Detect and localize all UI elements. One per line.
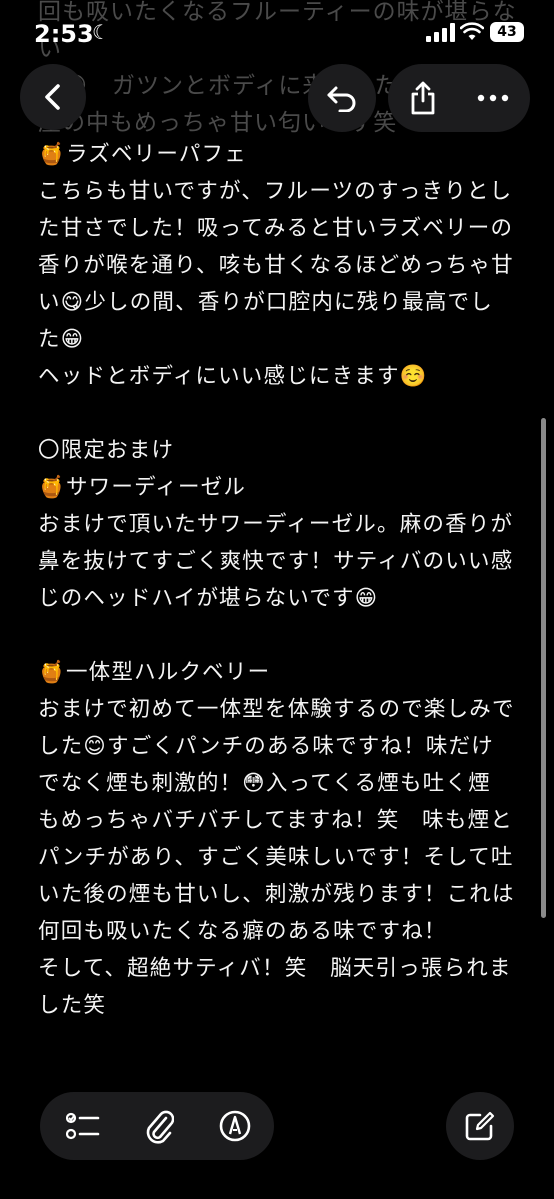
status-bar: 2:53 ☾ 43 (0, 0, 554, 70)
compose-icon (465, 1111, 495, 1141)
note-body[interactable]: 🍯ラズベリーパフェ こちらも甘いですが、フルーツのすっきりとし た甘さでした！吸… (38, 136, 524, 1024)
compose-button[interactable] (446, 1092, 514, 1160)
note-line (38, 617, 524, 654)
note-line: いた後の煙も甘いし、刺激が残ります！これは (38, 882, 515, 907)
undo-icon (327, 86, 356, 112)
share-button[interactable] (392, 64, 454, 132)
bottom-toolbar (40, 1092, 274, 1160)
markup-button[interactable] (200, 1092, 270, 1160)
wifi-icon (460, 22, 484, 40)
note-line: おまけで初めて一体型を体験するので楽しみで (38, 697, 515, 722)
note-line: こちらも甘いですが、フルーツのすっきりとし (38, 179, 513, 204)
note-line: もめっちゃバチバチしてますね！笑 味も煙と (38, 808, 513, 833)
chevron-left-icon (45, 84, 60, 110)
note-line: 鼻を抜けてすごく爽快です！サティバのいい感 (38, 549, 514, 574)
scroll-indicator[interactable] (541, 418, 546, 918)
note-line: おまけで頂いたサワーディーゼル。麻の香りが (38, 512, 514, 537)
note-line: た甘さでした！吸ってみると甘いラズベリーの (38, 216, 514, 241)
checklist-icon (66, 1112, 100, 1140)
focus-moon-icon: ☾ (92, 20, 110, 44)
checklist-button[interactable] (48, 1092, 118, 1160)
note-line: した笑 (38, 993, 107, 1018)
note-line: そして、超絶サティバ！笑 脳天引っ張られま (38, 956, 512, 981)
status-time: 2:53 (34, 20, 94, 48)
cellular-signal-icon (426, 22, 456, 42)
note-line (38, 395, 524, 432)
note-line: い😋少しの間、香りが口腔内に残り最高でし (38, 290, 493, 315)
note-line: でなく煙も刺激的！😳入ってくる煙も吐く煙 (38, 771, 491, 796)
paperclip-icon (146, 1110, 174, 1144)
note-line: 何回も吸いたくなる癖のある味ですね！ (38, 919, 447, 944)
note-line: 🍯サワーディーゼル (38, 475, 247, 500)
note-line: た😁 (38, 327, 85, 352)
action-group (388, 64, 530, 132)
note-line: 🍯一体型ハルクベリー (38, 660, 271, 685)
note-line: 〇限定おまけ (38, 438, 175, 463)
undo-button[interactable] (308, 64, 376, 132)
back-button[interactable] (20, 64, 86, 130)
battery-indicator: 43 (490, 22, 524, 42)
attach-button[interactable] (124, 1092, 194, 1160)
more-button[interactable] (462, 64, 524, 132)
pen-markup-icon (219, 1110, 251, 1142)
note-line: ヘッドとボディにいい感じにきます☺️ (38, 364, 428, 389)
note-line: じのヘッドハイが堪らないです😁 (38, 586, 379, 611)
more-horizontal-icon (477, 94, 509, 102)
note-line: パンチがあり、すごく美味しいです！そして吐 (38, 845, 514, 870)
note-line: した😊すごくパンチのある味ですね！味だけ (38, 734, 494, 759)
note-line: 香りが喉を通り、咳も甘くなるほどめっちゃ甘 (38, 253, 514, 278)
note-line: 🍯ラズベリーパフェ (38, 142, 247, 167)
share-icon (411, 81, 435, 115)
